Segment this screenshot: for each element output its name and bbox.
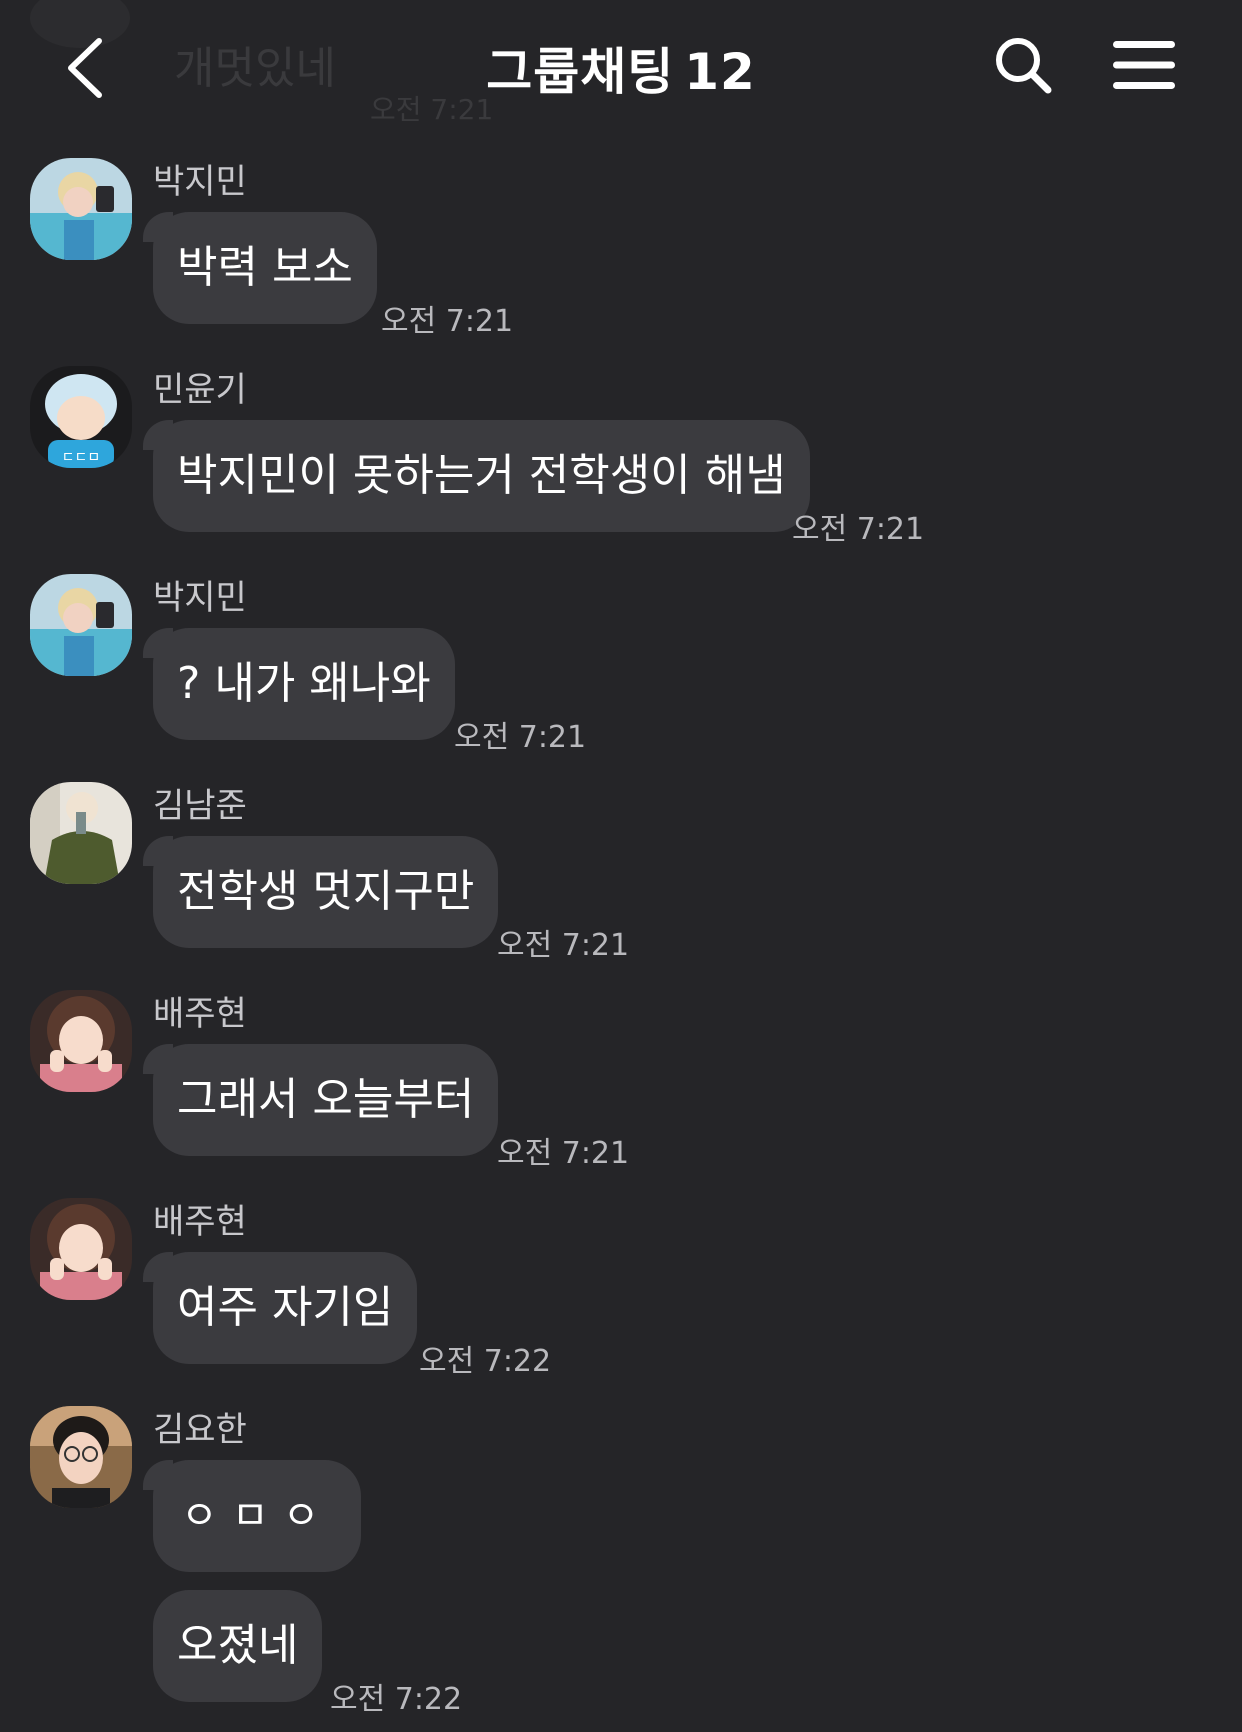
menu-button[interactable] xyxy=(1106,32,1182,98)
avatar[interactable] xyxy=(30,158,132,260)
message-bubble[interactable]: 오졌네 xyxy=(153,1590,323,1702)
svg-text:ㄷㄷㅁ: ㄷㄷㅁ xyxy=(62,450,101,466)
message-bubble[interactable]: ㅇㅁㅇ xyxy=(142,1460,362,1572)
message-bubble[interactable]: 여주 자기임 xyxy=(142,1252,418,1364)
message-time: 오전 7:22 xyxy=(330,1682,463,1717)
avatar[interactable] xyxy=(30,782,132,884)
message-time: 오전 7:21 xyxy=(454,720,587,755)
chat-header: 개멋있네 오전 7:21 그룹채팅 12 xyxy=(0,0,1242,132)
avatar[interactable]: ㄷㄷㅁ xyxy=(30,366,132,468)
profile-photo-icon xyxy=(30,158,132,260)
profile-photo-icon xyxy=(30,1406,132,1508)
profile-photo-icon xyxy=(30,574,132,676)
avatar[interactable] xyxy=(30,574,132,676)
message-bubble[interactable]: 전학생 멋지구만 xyxy=(142,836,499,948)
message-time: 오전 7:21 xyxy=(381,304,514,339)
profile-photo-icon xyxy=(30,990,132,1092)
message-bubble[interactable]: 박지민이 못하는거 전학생이 해냄 xyxy=(143,420,810,532)
sender-name: 박지민 xyxy=(153,162,247,202)
avatar[interactable] xyxy=(30,990,132,1092)
profile-photo-icon: ㄷㄷㅁ xyxy=(30,366,132,468)
message-time: 오전 7:21 xyxy=(792,512,925,547)
message-bubble[interactable]: 그래서 오늘부터 xyxy=(142,1044,499,1156)
message-time: 오전 7:21 xyxy=(497,928,630,963)
chat-title-text: 그룹채팅 xyxy=(486,43,675,101)
sender-name: 박지민 xyxy=(153,578,247,618)
member-count: 12 xyxy=(684,43,756,101)
search-icon xyxy=(996,38,1052,94)
message-time: 오전 7:22 xyxy=(419,1344,552,1379)
search-button[interactable] xyxy=(988,30,1058,100)
message-bubble[interactable]: 박력 보소 xyxy=(143,212,377,324)
sender-name: 민윤기 xyxy=(153,370,247,410)
avatar[interactable] xyxy=(30,1406,132,1508)
sender-name: 배주현 xyxy=(153,1202,247,1242)
profile-photo-icon xyxy=(30,1198,132,1300)
hamburger-menu-icon xyxy=(1113,41,1175,89)
sender-name: 배주현 xyxy=(153,994,247,1034)
avatar[interactable] xyxy=(30,1198,132,1300)
message-time: 오전 7:21 xyxy=(497,1136,630,1171)
sender-name: 김남준 xyxy=(153,786,247,826)
message-bubble[interactable]: ? 내가 왜나와 xyxy=(143,628,455,740)
profile-photo-icon xyxy=(30,782,132,884)
sender-name: 김요한 xyxy=(153,1410,247,1450)
